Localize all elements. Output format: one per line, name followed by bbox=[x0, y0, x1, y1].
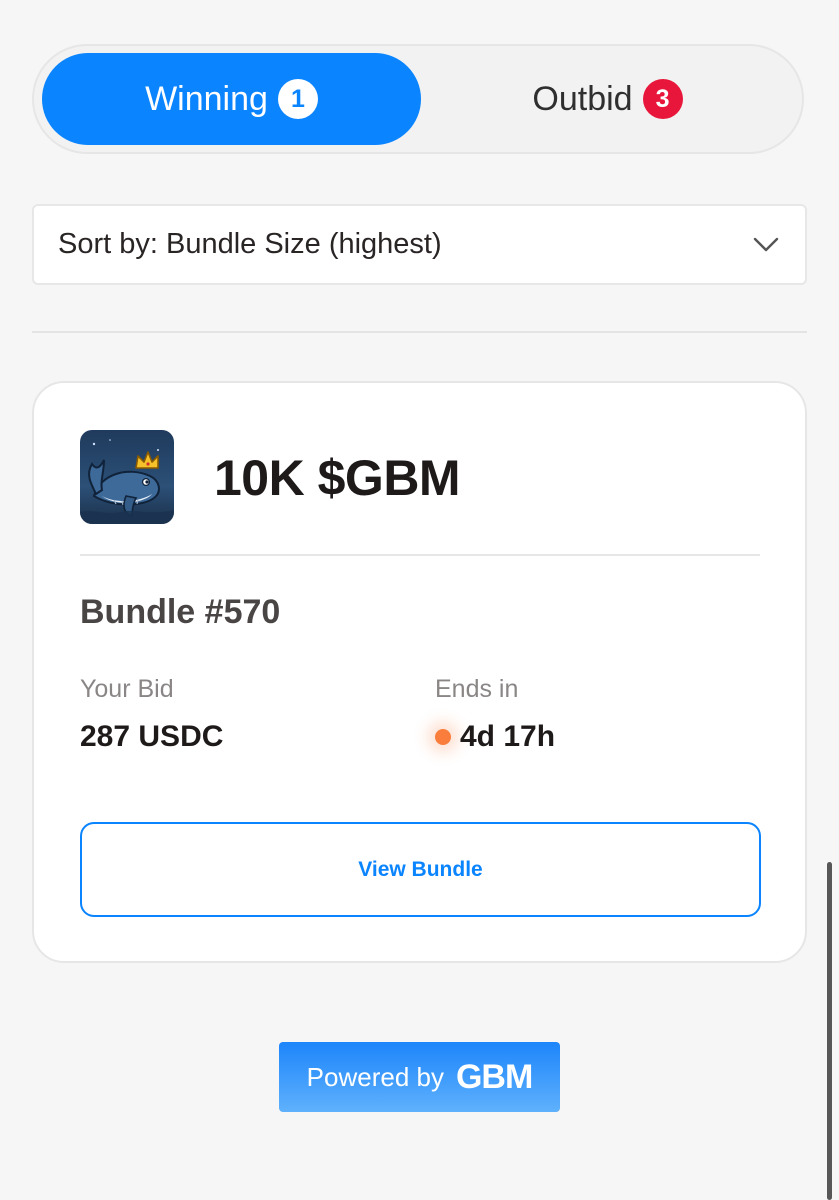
tab-outbid-label: Outbid bbox=[532, 80, 633, 118]
token-name: 10K $GBM bbox=[214, 450, 461, 506]
card-divider bbox=[80, 554, 760, 556]
view-bundle-button[interactable]: View Bundle bbox=[80, 822, 761, 917]
sort-dropdown[interactable]: Sort by: Bundle Size (highest) bbox=[32, 204, 807, 285]
scrollbar[interactable] bbox=[827, 862, 832, 1200]
tab-outbid[interactable]: Outbid 3 bbox=[421, 53, 794, 145]
your-bid-value: 287 USDC bbox=[80, 720, 224, 753]
tab-winning-label: Winning bbox=[145, 80, 268, 118]
winning-count-badge: 1 bbox=[277, 79, 318, 119]
sort-dropdown-label: Sort by: Bundle Size (highest) bbox=[58, 228, 442, 260]
chevron-down-icon bbox=[753, 237, 779, 251]
gbm-logo: GBM bbox=[455, 1057, 533, 1096]
powered-by-badge[interactable]: Powered by GBM bbox=[279, 1042, 560, 1112]
whale-crown-icon bbox=[80, 430, 174, 524]
ends-in-label: Ends in bbox=[435, 675, 519, 703]
bid-status-tabs: Winning 1 Outbid 3 bbox=[32, 44, 804, 154]
section-divider bbox=[32, 331, 807, 333]
outbid-count-badge: 3 bbox=[642, 79, 683, 119]
ends-in-value: 4d 17h bbox=[435, 720, 555, 754]
powered-by-text: Powered by bbox=[306, 1061, 444, 1092]
ends-in-time: 4d 17h bbox=[460, 720, 556, 753]
live-status-dot bbox=[435, 729, 451, 745]
bundle-title: Bundle #570 bbox=[80, 593, 281, 631]
your-bid-label: Your Bid bbox=[80, 675, 174, 703]
bundle-card: 10K $GBM Bundle #570 Your Bid 287 USDC E… bbox=[32, 381, 807, 963]
tab-winning[interactable]: Winning 1 bbox=[42, 53, 421, 145]
